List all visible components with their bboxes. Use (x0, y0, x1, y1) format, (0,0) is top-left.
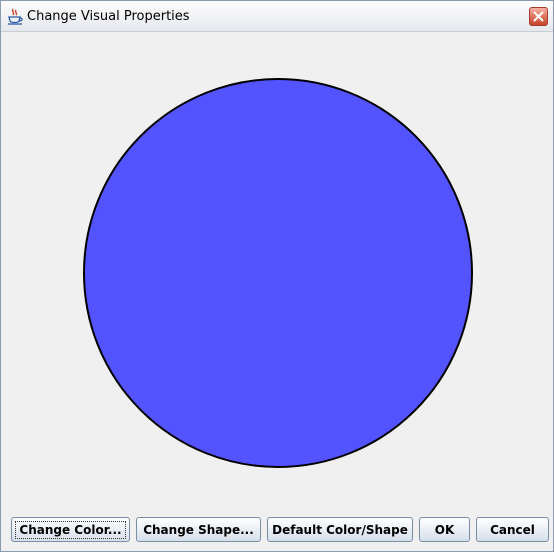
change-color-button-label: Change Color... (15, 520, 126, 539)
close-button[interactable] (529, 7, 548, 26)
cancel-button[interactable]: Cancel (476, 517, 549, 542)
change-visual-properties-dialog: Change Visual Properties Change Color...… (0, 0, 554, 552)
default-color-shape-button[interactable]: Default Color/Shape (267, 517, 413, 542)
ok-button-label: OK (434, 522, 455, 537)
default-color-shape-button-label: Default Color/Shape (272, 522, 408, 537)
preview-circle-shape (83, 78, 473, 468)
cancel-button-label: Cancel (490, 522, 535, 537)
title-bar[interactable]: Change Visual Properties (1, 1, 553, 32)
change-shape-button[interactable]: Change Shape... (136, 517, 261, 542)
shape-preview-svg (83, 78, 473, 468)
shape-preview-area (5, 33, 550, 505)
ok-button[interactable]: OK (419, 517, 470, 542)
change-color-button[interactable]: Change Color... (11, 517, 130, 542)
window-title: Change Visual Properties (27, 9, 190, 24)
change-shape-button-label: Change Shape... (143, 522, 254, 537)
java-coffee-cup-icon (6, 8, 24, 26)
